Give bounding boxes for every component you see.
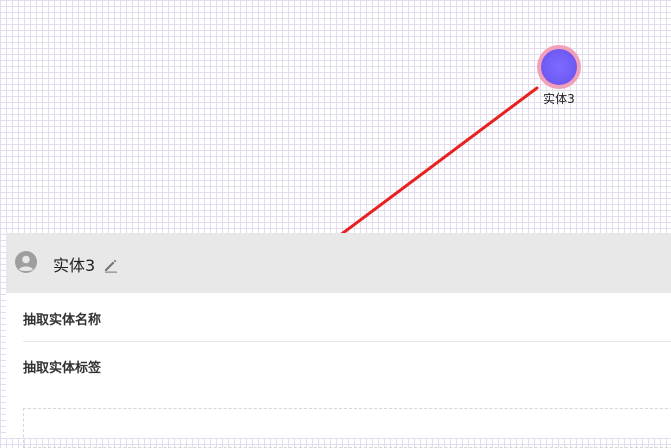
field-divider [23, 341, 671, 342]
field-entity-tag-label: 抽取实体标签 [23, 361, 102, 376]
user-circle-icon [15, 251, 37, 273]
entity-tag-dropzone[interactable] [23, 408, 671, 448]
entity-detail-panel: 实体3 抽取实体名称 抽取实体标签 [6, 233, 671, 448]
field-entity-name-label: 抽取实体名称 [23, 313, 102, 328]
entity-title: 实体3 [53, 256, 96, 275]
panel-header: 实体3 [6, 233, 671, 293]
pencil-icon[interactable] [103, 257, 119, 273]
